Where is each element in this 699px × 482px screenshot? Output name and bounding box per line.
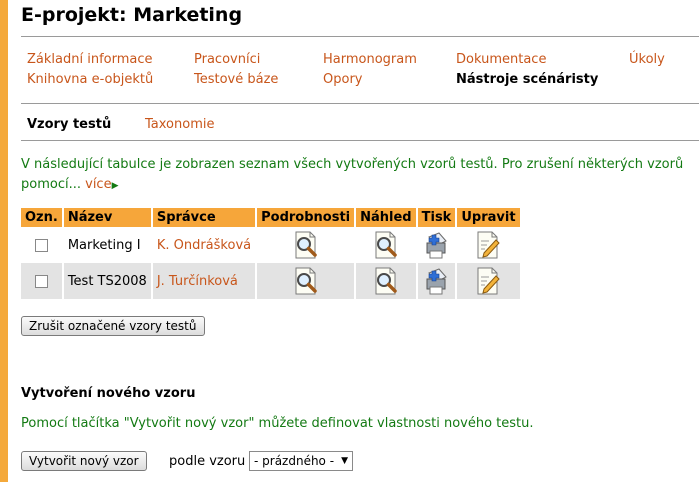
print-cell: [417, 263, 456, 299]
preview-icon[interactable]: [373, 267, 399, 295]
print-cell: [418, 227, 456, 263]
table-header-row: Ozn. Název Správce Podrobnosti Náhled Ti…: [21, 208, 520, 227]
edit-icon[interactable]: [475, 231, 501, 259]
intro-text: V následující tabulce je zobrazen seznam…: [21, 155, 699, 196]
edit-icon[interactable]: [475, 267, 501, 295]
preview-icon[interactable]: [373, 231, 399, 259]
subnav-vzory-testu[interactable]: Vzory testů: [27, 117, 111, 132]
nav-harmonogram[interactable]: Harmonogram: [323, 52, 417, 67]
subnav-taxonomie[interactable]: Taxonomie: [145, 117, 214, 132]
nav-nastroje-scenaristy[interactable]: Nástroje scénáristy: [456, 72, 598, 87]
row-checkbox[interactable]: [34, 274, 48, 288]
nav-zakladni-informace[interactable]: Základní informace: [27, 52, 153, 67]
select-arrow-icon: ▼: [341, 456, 348, 466]
intro-line-2: pomocí... více▶: [21, 175, 699, 196]
nav-pracovnici[interactable]: Pracovníci: [194, 52, 260, 67]
intro-line-2-text: pomocí...: [21, 177, 81, 192]
row-select-cell: [21, 263, 62, 299]
col-upravit: Upravit: [457, 208, 520, 227]
row-checkbox[interactable]: [34, 238, 48, 252]
pattern-select[interactable]: - prázdného - ▼: [249, 451, 353, 471]
admin-link[interactable]: J. Turčínková: [157, 274, 238, 289]
by-pattern-label: podle vzoru: [169, 454, 246, 469]
row-name: Test TS2008: [63, 263, 151, 299]
nav-ukoly[interactable]: Úkoly: [629, 52, 665, 67]
edit-cell: [457, 227, 519, 263]
pattern-select-value: - prázdného -: [254, 454, 335, 468]
nav-knihovna-e-objektu[interactable]: Knihovna e-objektů: [27, 72, 153, 87]
col-podrobnosti: Podrobnosti: [257, 208, 355, 227]
delete-selected-button[interactable]: Zrušit označené vzory testů: [21, 316, 205, 336]
details-icon[interactable]: [293, 267, 319, 295]
col-nahled: Náhled: [356, 208, 416, 227]
page-title: E-projekt: Marketing: [21, 4, 243, 26]
nav-opory[interactable]: Opory: [323, 72, 362, 87]
new-pattern-title: Vytvoření nového vzoru: [21, 386, 196, 401]
print-icon[interactable]: [423, 231, 449, 259]
table-row: Marketing I K. Ondrášková: [21, 227, 520, 263]
preview-cell: [356, 263, 416, 299]
row-name: Marketing I: [67, 237, 141, 253]
intro-line-1: V následující tabulce je zobrazen seznam…: [21, 157, 684, 172]
print-icon[interactable]: [423, 267, 449, 295]
preview-cell: [356, 227, 416, 263]
row-select-cell: [21, 227, 62, 263]
admin-link[interactable]: K. Ondrášková: [157, 238, 251, 253]
col-tisk: Tisk: [417, 208, 456, 227]
nav-testove-baze[interactable]: Testové báze: [194, 72, 278, 87]
details-icon[interactable]: [293, 231, 319, 259]
left-accent-bar: [0, 0, 8, 482]
details-cell: [257, 227, 354, 263]
col-nazev: Název: [63, 208, 151, 227]
nav-divider: [21, 103, 699, 104]
details-cell: [257, 263, 355, 299]
row-admin-cell: K. Ondrášková: [153, 227, 255, 263]
create-new-pattern-button[interactable]: Vytvořit nový vzor: [21, 451, 147, 471]
more-arrow-icon: ▶: [111, 181, 119, 191]
col-oznaceni: Ozn.: [21, 208, 62, 227]
title-divider: [21, 36, 699, 37]
table-row: Test TS2008 J. Turčínková: [21, 263, 520, 299]
col-spravce: Správce: [152, 208, 256, 227]
nav-dokumentace[interactable]: Dokumentace: [456, 52, 546, 67]
subnav-divider: [21, 140, 699, 141]
edit-cell: [457, 263, 520, 299]
new-pattern-text: Pomocí tlačítka "Vytvořit nový vzor" můž…: [21, 416, 534, 431]
row-admin-cell: J. Turčínková: [152, 263, 256, 299]
more-link[interactable]: více: [85, 177, 111, 192]
test-patterns-table: Ozn. Název Správce Podrobnosti Náhled Ti…: [19, 208, 522, 299]
